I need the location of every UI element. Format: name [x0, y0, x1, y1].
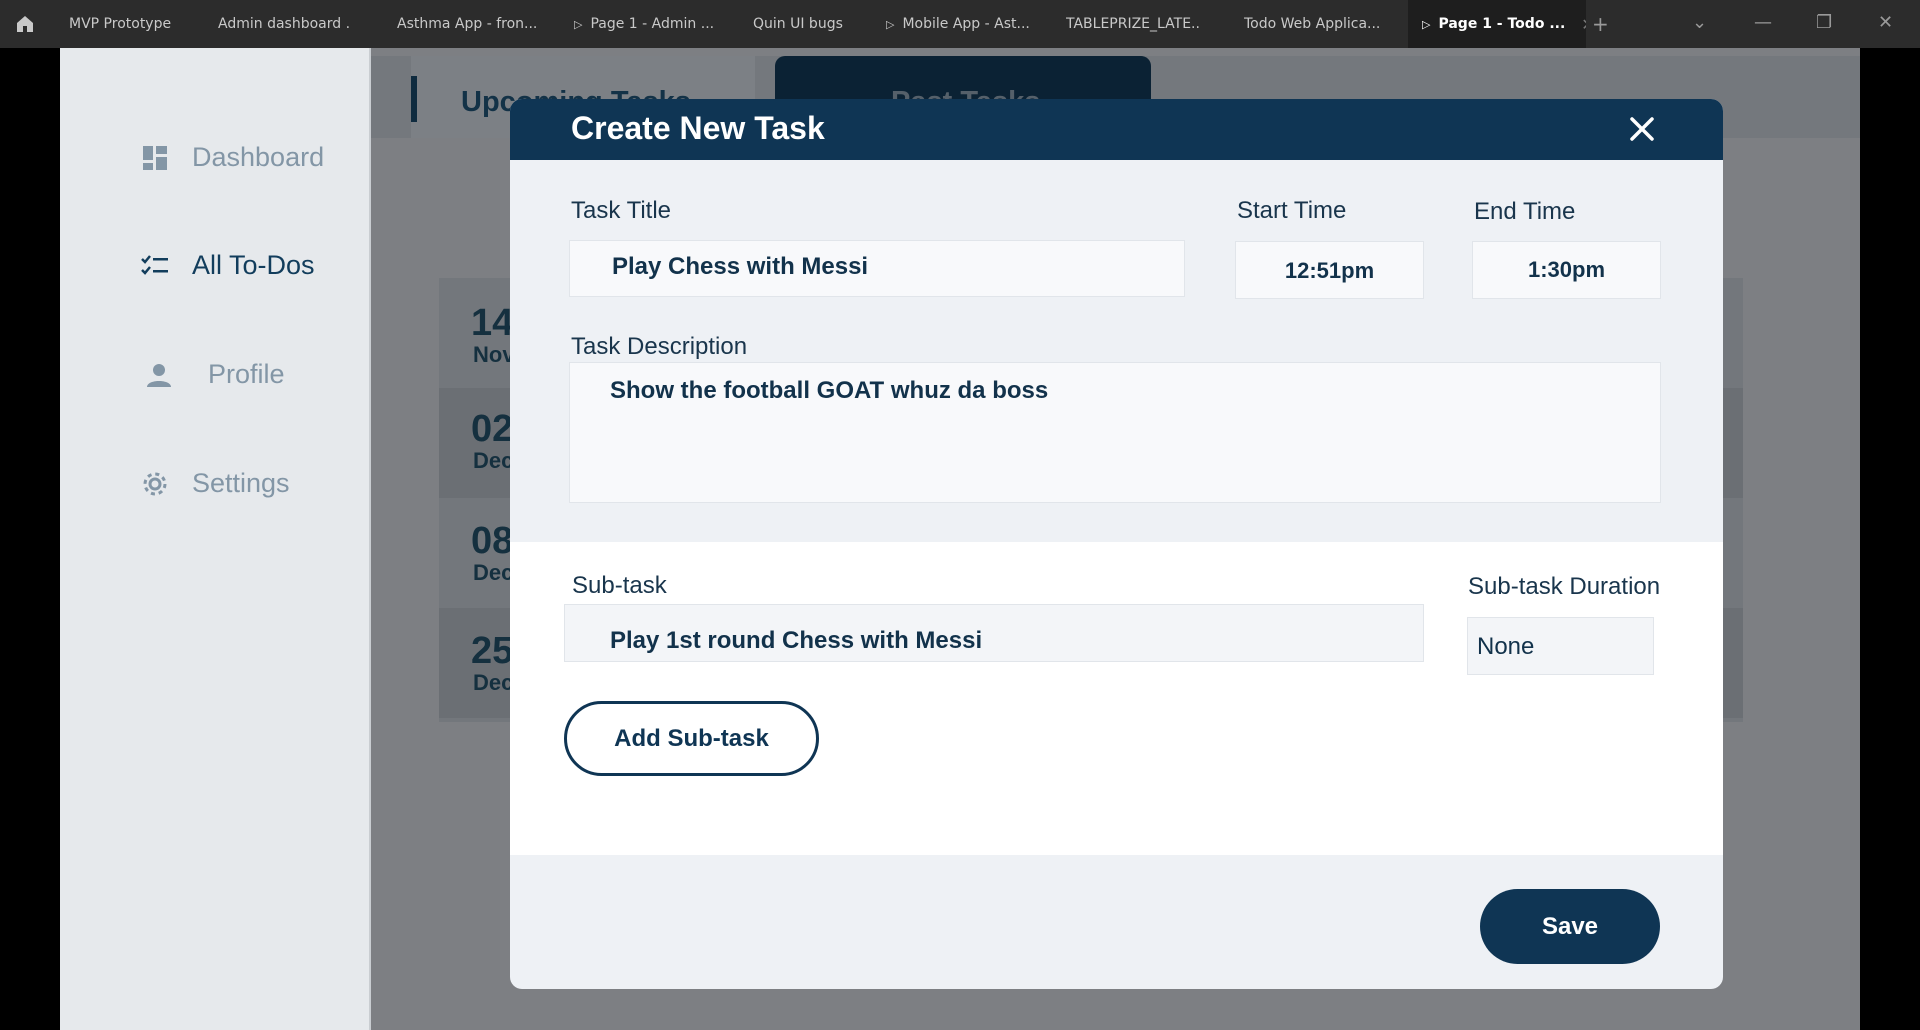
close-tab-icon[interactable]: ✕	[1581, 15, 1586, 34]
sidebar-item-settings[interactable]: Settings	[140, 468, 290, 499]
play-icon: ▷	[574, 17, 583, 31]
close-icon	[1630, 117, 1654, 141]
browser-tab-bar: MVP Prototype Admin dashboard ... Asthma…	[0, 0, 1920, 48]
add-subtask-button[interactable]: Add Sub-task	[564, 701, 819, 776]
home-button[interactable]	[8, 8, 42, 40]
browser-tab[interactable]: ▷ Mobile App - Ast...	[886, 0, 1031, 48]
person-icon	[144, 360, 174, 390]
sidebar-item-label: Dashboard	[192, 142, 325, 172]
browser-tab-active[interactable]: ▷Page 1 - Todo ... ✕	[1408, 0, 1586, 48]
browser-tab[interactable]: Todo Web Applica...	[1244, 0, 1379, 48]
new-tab-icon[interactable]: +	[1592, 12, 1609, 36]
end-time-input[interactable]: 1:30pm	[1472, 241, 1661, 299]
play-icon: ▷	[1422, 17, 1431, 31]
modal-header: Create New Task	[510, 99, 1723, 160]
close-modal-button[interactable]	[1624, 111, 1660, 147]
sidebar-item-profile[interactable]: Profile	[144, 359, 285, 390]
subtask-input[interactable]: Play 1st round Chess with Messi	[564, 604, 1424, 662]
play-icon: ▷	[886, 17, 895, 31]
gear-icon	[140, 469, 170, 499]
browser-tab[interactable]: Quin UI bugs	[753, 0, 863, 48]
subtask-section: Sub-task Play 1st round Chess with Messi…	[510, 542, 1723, 855]
restore-icon[interactable]: ❐	[1816, 12, 1832, 33]
app-canvas: Dashboard All To-Dos Profile Settings Up…	[60, 48, 1860, 1030]
browser-tab[interactable]: MVP Prototype	[69, 0, 179, 48]
subtask-duration-select[interactable]: None	[1467, 617, 1654, 675]
dashboard-icon	[140, 143, 170, 173]
task-title-input[interactable]: Play Chess with Messi	[569, 240, 1185, 297]
task-description-textarea[interactable]: Show the football GOAT whuz da boss	[569, 362, 1661, 503]
sidebar-item-label: Settings	[192, 468, 290, 498]
browser-tab[interactable]: Asthma App - fron...	[397, 0, 537, 48]
sidebar-item-label: All To-Dos	[192, 250, 315, 280]
browser-tab[interactable]: Admin dashboard ...	[218, 0, 350, 48]
checklist-icon	[140, 251, 170, 281]
home-icon	[17, 16, 33, 32]
task-title-label: Task Title	[571, 197, 672, 224]
create-task-modal: Create New Task Task Title Play Chess wi…	[510, 99, 1723, 989]
sidebar-item-all-todos[interactable]: All To-Dos	[140, 250, 315, 281]
minimize-icon[interactable]: —	[1754, 12, 1772, 33]
subtask-duration-label: Sub-task Duration	[1468, 573, 1661, 600]
task-description-label: Task Description	[571, 333, 748, 360]
chevron-down-icon[interactable]: ⌄	[1692, 12, 1707, 33]
sidebar-item-label: Profile	[208, 359, 285, 389]
end-time-label: End Time	[1474, 198, 1576, 225]
start-time-label: Start Time	[1237, 197, 1347, 224]
save-button[interactable]: Save	[1480, 889, 1660, 964]
sidebar: Dashboard All To-Dos Profile Settings	[60, 48, 371, 1030]
browser-tab[interactable]: ▷ Page 1 - Admin ...	[574, 0, 714, 48]
modal-title: Create New Task	[571, 110, 825, 146]
window-close-icon[interactable]: ✕	[1878, 12, 1893, 33]
browser-tab[interactable]: TABLEPRIZE_LATE...	[1066, 0, 1201, 48]
subtask-label: Sub-task	[572, 572, 667, 599]
start-time-input[interactable]: 12:51pm	[1235, 241, 1424, 299]
sidebar-item-dashboard[interactable]: Dashboard	[140, 142, 324, 173]
